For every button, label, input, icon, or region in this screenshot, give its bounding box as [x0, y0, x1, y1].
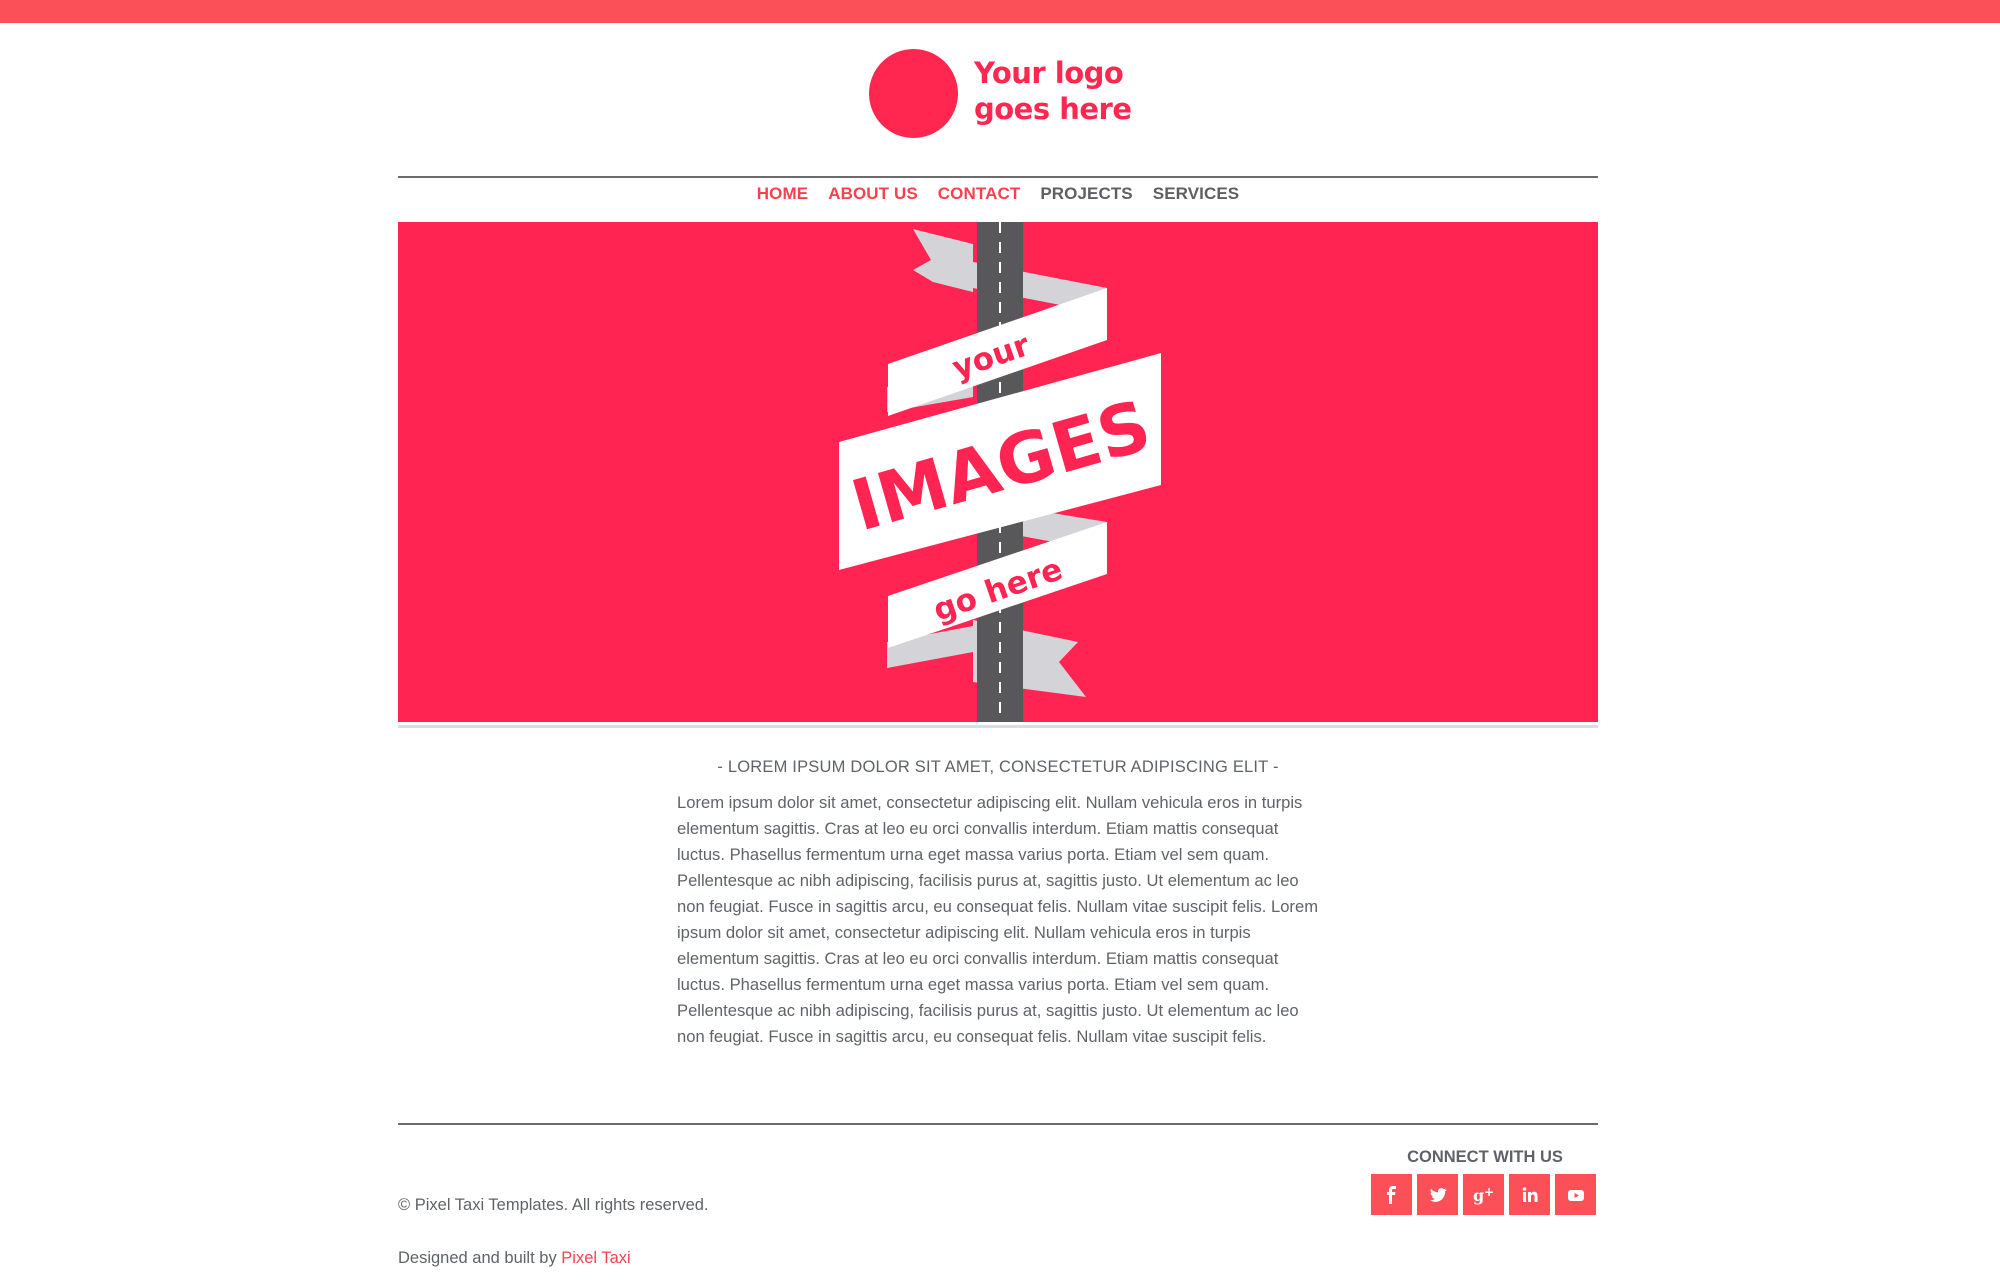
logo-text: Your logo goes here — [974, 55, 1134, 127]
google-plus-button[interactable]: g + — [1463, 1174, 1504, 1215]
logo-circle-mark — [869, 49, 958, 138]
nav-contact[interactable]: CONTACT — [938, 184, 1021, 204]
youtube-button[interactable] — [1555, 1174, 1596, 1215]
facebook-button[interactable] — [1371, 1174, 1412, 1215]
credit-prefix: Designed and built by — [398, 1249, 557, 1267]
content-paragraph: Lorem ipsum dolor sit amet, consectetur … — [677, 793, 1319, 1046]
linkedin-icon — [1522, 1186, 1537, 1202]
footer-divider — [398, 1123, 1598, 1125]
hero-text-your: your — [948, 327, 1035, 387]
nav-projects[interactable]: PROJECTS — [1040, 184, 1132, 204]
hero-text-images: IMAGES — [843, 384, 1159, 547]
google-plus-icon: g + — [1473, 1185, 1494, 1205]
connect-heading: CONNECT WITH US — [1407, 1148, 1563, 1166]
svg-text:+: + — [1484, 1185, 1494, 1199]
credit-link[interactable]: Pixel Taxi — [561, 1249, 630, 1267]
top-accent-bar — [0, 0, 2000, 23]
twitter-icon — [1429, 1187, 1447, 1202]
nav-services[interactable]: SERVICES — [1153, 184, 1239, 204]
logo-line-1: Your logo — [974, 56, 1124, 90]
nav-about-us[interactable]: ABOUT US — [828, 184, 918, 204]
hero-banner: your IMAGES go here — [398, 222, 1598, 722]
social-links: g + — [1371, 1174, 1596, 1215]
site-logo[interactable]: Your logo goes here — [868, 49, 1132, 141]
hero-underline — [398, 725, 1598, 728]
svg-text:g: g — [1473, 1186, 1484, 1205]
twitter-button[interactable] — [1417, 1174, 1458, 1215]
content-heading: - LOREM IPSUM DOLOR SIT AMET, CONSECTETU… — [717, 758, 1279, 776]
logo-line-2: goes here — [974, 92, 1132, 126]
credit-line: Designed and built by Pixel Taxi — [398, 1249, 631, 1268]
header-divider — [398, 176, 1598, 178]
linkedin-button[interactable] — [1509, 1174, 1550, 1215]
copyright-text: © Pixel Taxi Templates. All rights reser… — [398, 1196, 709, 1214]
nav-home[interactable]: HOME — [757, 184, 808, 204]
hero-text-go-here: go here — [929, 551, 1067, 629]
facebook-icon — [1386, 1185, 1396, 1204]
main-nav: HOME ABOUT US CONTACT PROJECTS SERVICES — [398, 184, 1598, 204]
youtube-icon — [1567, 1189, 1584, 1201]
